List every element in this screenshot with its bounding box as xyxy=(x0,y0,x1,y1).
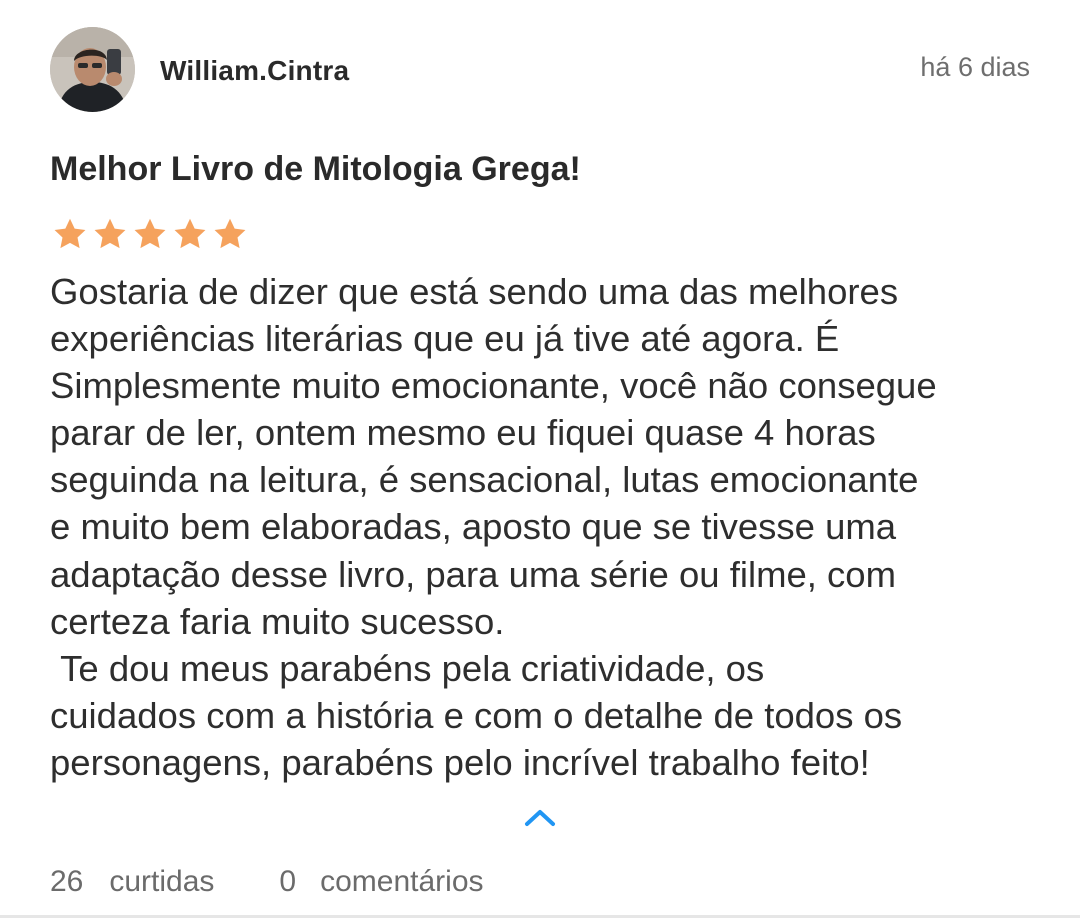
review-stats: 26 curtidas 0 comentários xyxy=(50,865,484,899)
username[interactable]: William.Cintra xyxy=(160,55,349,87)
review-body-line: experiências literárias que eu já tive a… xyxy=(50,318,840,360)
likes-count[interactable]: 26 xyxy=(50,865,83,899)
star-icon xyxy=(94,218,126,249)
review-body-line: personagens, parabéns pelo incrível trab… xyxy=(50,741,870,783)
review-title: Melhor Livro de Mitologia Grega! xyxy=(50,150,581,188)
star-rating xyxy=(51,216,249,252)
star-icon xyxy=(214,218,246,249)
review-body-line: parar de ler, ontem mesmo eu fiquei quas… xyxy=(50,412,876,454)
star-icon xyxy=(174,218,206,249)
review-body-line: Simplesmente muito emocionante, você não… xyxy=(50,365,937,407)
comments-count[interactable]: 0 xyxy=(279,865,296,899)
likes-label[interactable]: curtidas xyxy=(109,865,214,899)
star-icon xyxy=(54,218,86,249)
star-icon xyxy=(134,218,166,249)
review-body-line: adaptação desse livro, para uma série ou… xyxy=(50,553,897,595)
comments-label[interactable]: comentários xyxy=(320,865,483,899)
review-body-line: cuidados com a história e com o detalhe … xyxy=(50,694,903,736)
review-body-line: seguinda na leitura, é sensacional, luta… xyxy=(50,459,919,501)
review-body: Gostaria de dizer que está sendo uma das… xyxy=(50,268,1040,786)
timestamp: há 6 dias xyxy=(920,52,1030,82)
collapse-button[interactable] xyxy=(520,802,560,832)
chevron-up-icon xyxy=(525,810,555,826)
review-body-line: Gostaria de dizer que está sendo uma das… xyxy=(50,271,899,312)
review-body-line: e muito bem elaboradas, aposto que se ti… xyxy=(50,506,897,548)
review-body-line: certeza faria muito sucesso. xyxy=(50,600,505,642)
review-body-line: Te dou meus parabéns pela criatividade, … xyxy=(50,647,765,689)
avatar[interactable] xyxy=(50,27,135,112)
